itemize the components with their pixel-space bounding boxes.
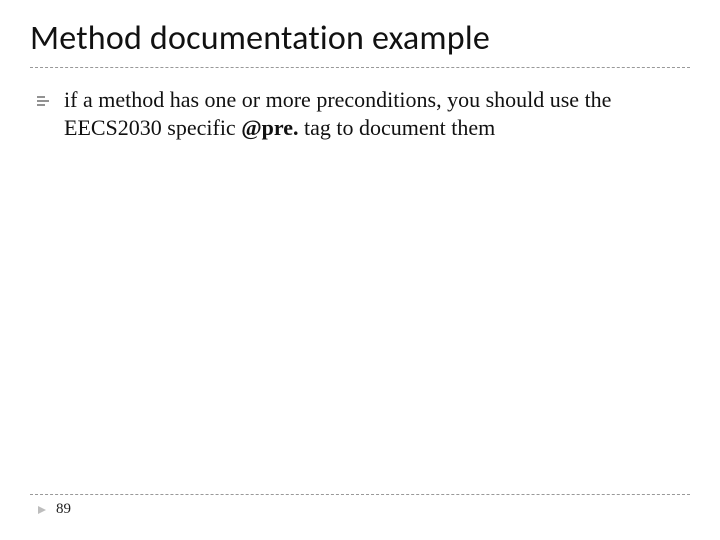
slide-title: Method documentation example bbox=[30, 18, 690, 59]
slide-footer: 89 bbox=[30, 494, 690, 518]
bullet-text-tag: @pre. bbox=[241, 115, 298, 140]
page-marker-icon bbox=[36, 504, 48, 516]
page-number: 89 bbox=[56, 501, 71, 518]
footer-divider bbox=[30, 494, 690, 495]
slide: Method documentation example if a method… bbox=[0, 0, 720, 540]
bullet-item: if a method has one or more precondition… bbox=[30, 86, 690, 141]
bullet-text: if a method has one or more precondition… bbox=[64, 86, 690, 141]
footer-row: 89 bbox=[30, 501, 690, 518]
title-divider bbox=[30, 67, 690, 68]
bullet-icon bbox=[36, 95, 50, 107]
bullet-text-post: tag to document them bbox=[299, 115, 496, 140]
